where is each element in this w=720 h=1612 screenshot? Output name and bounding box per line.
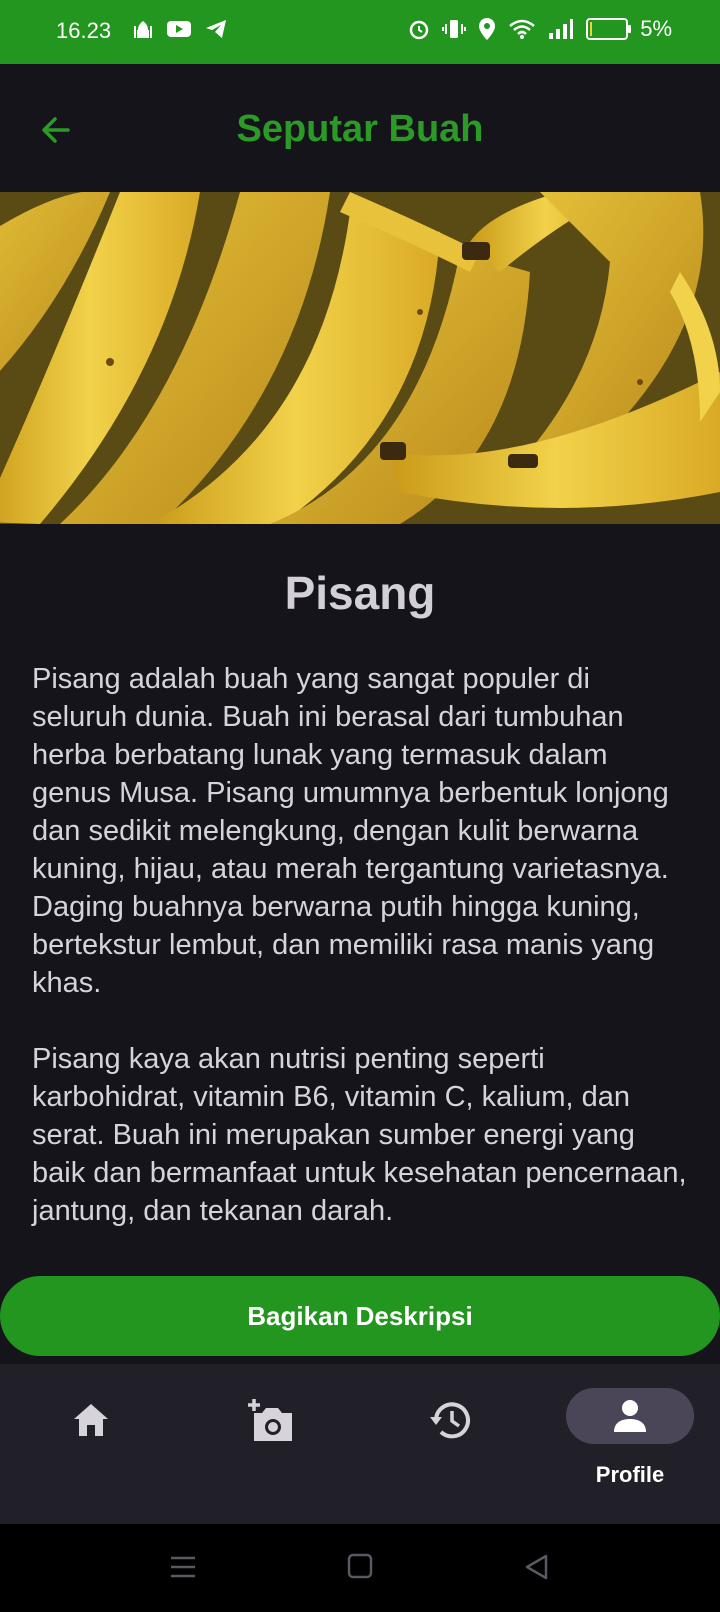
nav-label-profile: Profile (595, 1462, 665, 1487)
bottom-navigation: Profile (0, 1364, 720, 1524)
system-navigation-bar (0, 1524, 720, 1612)
location-icon (479, 18, 496, 40)
status-bar: 16.23 5% (0, 0, 720, 64)
signal-icon (549, 19, 574, 39)
mosque-icon (134, 21, 152, 38)
wifi-icon (509, 19, 536, 39)
battery-icon (586, 18, 632, 40)
status-left-icons (132, 18, 228, 40)
app-bar: Seputar Buah (0, 64, 720, 192)
status-right: 5% (408, 16, 672, 42)
fruit-image (0, 192, 720, 524)
description-paragraph-2: Pisang kaya akan nutrisi penting seperti… (32, 1043, 687, 1227)
status-time: 16.23 (56, 18, 112, 43)
share-description-button[interactable]: Bagikan Deskripsi (0, 1276, 720, 1356)
alarm-icon (409, 20, 429, 40)
vibrate-icon (442, 20, 467, 38)
nav-item-camera[interactable] (206, 1388, 336, 1488)
home-icon (74, 1404, 108, 1436)
banana-illustration (0, 192, 720, 524)
nav-item-home[interactable] (26, 1388, 156, 1488)
add-photo-icon (248, 1399, 292, 1441)
nav-item-history[interactable] (386, 1388, 516, 1488)
profile-icon (614, 1400, 646, 1432)
article: Pisang Pisang adalah buah yang sangat po… (32, 524, 688, 1268)
history-icon (430, 1402, 470, 1439)
battery-text: 5% (640, 16, 672, 41)
home-square-icon[interactable] (346, 1552, 374, 1580)
page-title: Seputar Buah (236, 108, 484, 150)
fruit-title: Pisang (284, 567, 436, 619)
telegram-icon (206, 20, 226, 38)
back-triangle-icon[interactable] (522, 1552, 552, 1582)
menu-icon[interactable] (168, 1552, 198, 1582)
nav-item-profile[interactable]: Profile (565, 1388, 695, 1488)
youtube-icon (167, 21, 191, 37)
battery-level (590, 22, 593, 36)
description-paragraph-1: Pisang adalah buah yang sangat populer d… (32, 663, 669, 999)
